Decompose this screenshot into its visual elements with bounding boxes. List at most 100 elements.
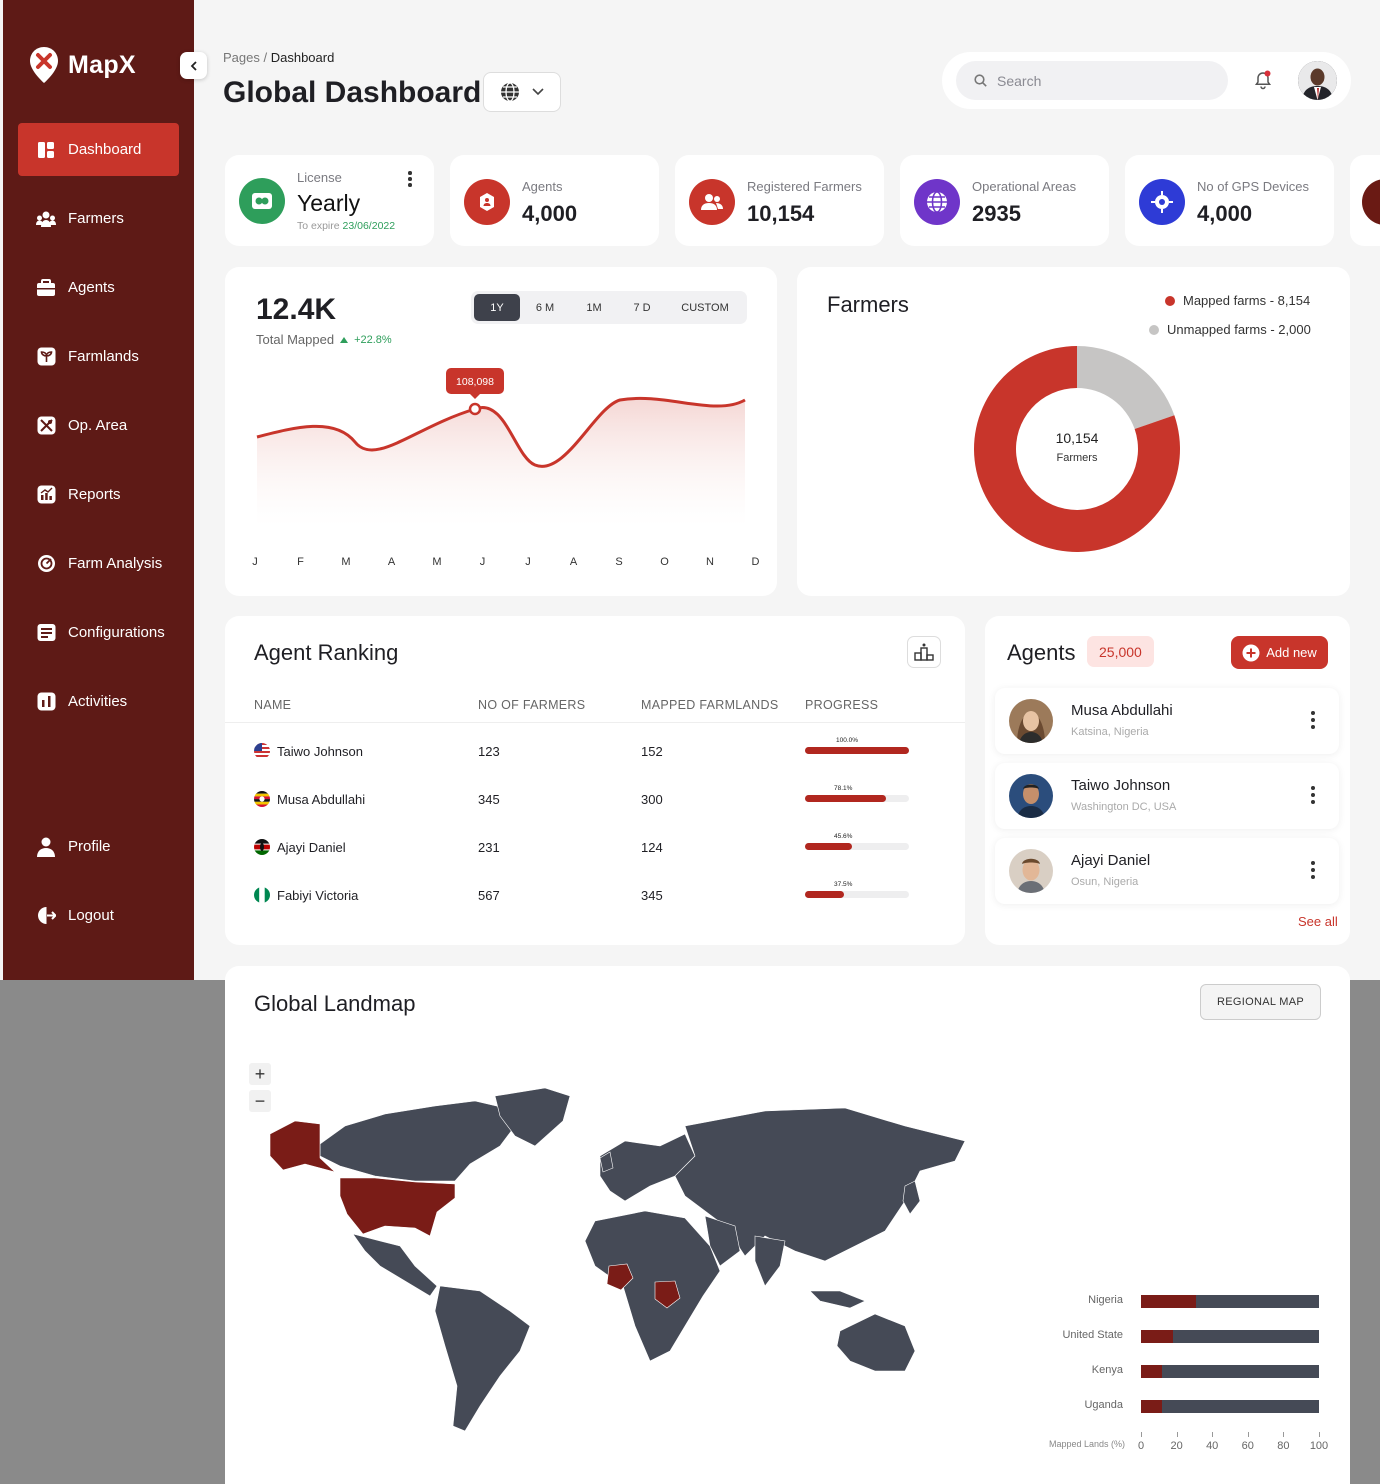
sidebar-item-label: Activities — [68, 693, 128, 710]
progress-label: 100.0% — [836, 737, 859, 744]
agent-name-cell: Fabiyi Victoria — [277, 888, 359, 903]
tick-mark — [1247, 1432, 1249, 1437]
notification-button[interactable] — [1253, 70, 1273, 95]
donut-slice-unmapped[interactable] — [1077, 346, 1175, 430]
agents-count-badge: 25,000 — [1087, 636, 1154, 667]
sidebar-item-reports[interactable]: Reports — [18, 468, 179, 521]
agent-name-cell: Ajayi Daniel — [277, 840, 346, 855]
config-icon — [36, 623, 56, 643]
bar-label: Nigeria — [1088, 1294, 1123, 1306]
sidebar-item-op-area[interactable]: Op. Area — [18, 399, 179, 452]
farmers-donut-card: Farmers Mapped farms - 8,154 Unmapped fa… — [797, 267, 1350, 596]
agent-list-item[interactable]: Ajayi Daniel Osun, Nigeria — [995, 838, 1339, 904]
agent-list-item[interactable]: Musa Abdullahi Katsina, Nigeria — [995, 688, 1339, 754]
map-japan — [902, 1180, 921, 1215]
sidebar-item-farmers[interactable]: Farmers — [18, 192, 179, 245]
sidebar-item-configurations[interactable]: Configurations — [18, 606, 179, 659]
briefcase-icon — [36, 278, 56, 298]
farmers-icon — [36, 209, 56, 229]
sidebar-item-logout[interactable]: Logout — [18, 889, 179, 942]
x-axis-ticks — [1141, 1431, 1319, 1432]
progress-fill — [805, 891, 844, 898]
progress-label: 45.6% — [834, 833, 853, 840]
areas-stat-card: Operational Areas 2935 — [900, 155, 1109, 246]
sidebar-item-dashboard[interactable]: Dashboard — [18, 123, 179, 176]
podium-button[interactable] — [907, 636, 941, 668]
month-label: S — [615, 556, 622, 568]
breadcrumb: Pages / Dashboard — [223, 50, 334, 65]
donut-center-value: 10,154 — [1055, 430, 1099, 446]
flag-ng-icon — [254, 887, 270, 903]
avatar — [1009, 699, 1053, 743]
map-canada — [319, 1100, 516, 1182]
sidebar-item-label: Farm Analysis — [68, 555, 163, 572]
see-all-link[interactable]: See all — [1298, 914, 1338, 929]
bar-track — [1141, 1330, 1319, 1343]
collapse-sidebar-button[interactable] — [180, 52, 207, 79]
ranking-title: Agent Ranking — [254, 640, 399, 665]
sidebar-item-agents[interactable]: Agents — [18, 261, 179, 314]
sidebar-item-profile[interactable]: Profile — [18, 820, 179, 873]
month-label: J — [480, 556, 486, 568]
agent-ranking-card: Agent Ranking NAME NO OF FARMERS MAPPED … — [225, 616, 965, 945]
search-input[interactable] — [997, 72, 1197, 89]
mapped-chart-card: 12.4K Total Mapped +22.8% 1Y 6 M 1M 7 D … — [225, 267, 777, 596]
legend-unmapped: Unmapped farms - 2,000 — [1149, 322, 1311, 337]
more-options-icon[interactable] — [1311, 861, 1315, 882]
month-label: A — [570, 556, 578, 568]
farmers-stat-label: Registered Farmers — [747, 179, 862, 194]
breadcrumb-current: Dashboard — [270, 50, 335, 65]
x-axis-months: JFMAMJJASOND — [252, 556, 759, 568]
progress-fill — [805, 795, 887, 802]
gps-icon — [1139, 179, 1185, 225]
mapped-count-cell: 124 — [641, 840, 663, 855]
agents-stat-label: Agents — [522, 179, 563, 194]
bar-fill[interactable] — [1141, 1365, 1163, 1378]
zoom-in-button[interactable]: + — [249, 1063, 271, 1085]
agents-panel: Agents 25,000 Add new Musa Abdullahi Kat… — [985, 616, 1350, 945]
mapped-count-cell: 345 — [641, 888, 663, 903]
logo[interactable]: MapX — [28, 46, 136, 84]
farmers-donut-title: Farmers — [827, 292, 909, 317]
bar-fill[interactable] — [1141, 1330, 1174, 1343]
tick-label: 60 — [1241, 1440, 1254, 1452]
tick-mark — [1319, 1432, 1320, 1437]
user-icon — [36, 837, 56, 857]
map-australia — [836, 1313, 916, 1372]
globe-icon — [501, 82, 519, 102]
mapped-count-cell: 300 — [641, 792, 663, 807]
user-avatar[interactable] — [1298, 61, 1337, 100]
areas-stat-label: Operational Areas — [972, 179, 1077, 194]
agent-name: Taiwo Johnson — [1071, 777, 1171, 794]
sidebar-item-label: Agents — [68, 279, 115, 296]
add-new-button[interactable]: Add new — [1231, 636, 1328, 669]
bar-fill[interactable] — [1141, 1400, 1163, 1413]
area-chart: 108,098 J F M A M J J A S O N D — [252, 368, 760, 568]
bar-fill[interactable] — [1141, 1295, 1197, 1308]
regional-map-button[interactable]: REGIONAL MAP — [1200, 984, 1321, 1020]
breadcrumb-parent[interactable]: Pages — [223, 50, 260, 65]
agent-name: Ajayi Daniel — [1071, 852, 1151, 869]
region-select[interactable] — [483, 72, 561, 112]
globe-stat-icon — [914, 179, 960, 225]
legend-unmapped-label: Unmapped farms - 2,000 — [1167, 322, 1311, 337]
tick-label: 0 — [1137, 1440, 1145, 1452]
bar-label: Uganda — [1084, 1399, 1123, 1411]
agent-location: Katsina, Nigeria — [1071, 726, 1149, 738]
agents-panel-title: Agents — [1007, 640, 1076, 665]
partial-stat-icon: K — [1362, 179, 1380, 225]
farmers-count-cell: 345 — [478, 792, 500, 807]
bar-label: United State — [1062, 1329, 1123, 1341]
month-label: J — [252, 556, 258, 568]
sidebar-item-activities[interactable]: Activities — [18, 675, 179, 728]
legend-mapped-label: Mapped farms - 8,154 — [1183, 293, 1311, 308]
month-label: F — [297, 556, 304, 568]
sidebar-item-farm-analysis[interactable]: Farm Analysis — [18, 537, 179, 590]
license-menu-button[interactable] — [408, 171, 412, 187]
month-label: M — [432, 556, 441, 568]
sidebar-item-farmlands[interactable]: Farmlands — [18, 330, 179, 383]
flag-us-icon — [254, 743, 270, 759]
agent-list-item[interactable]: Taiwo Johnson Washington DC, USA — [995, 763, 1339, 829]
more-options-icon[interactable] — [1311, 786, 1315, 807]
more-options-icon[interactable] — [1311, 711, 1315, 732]
